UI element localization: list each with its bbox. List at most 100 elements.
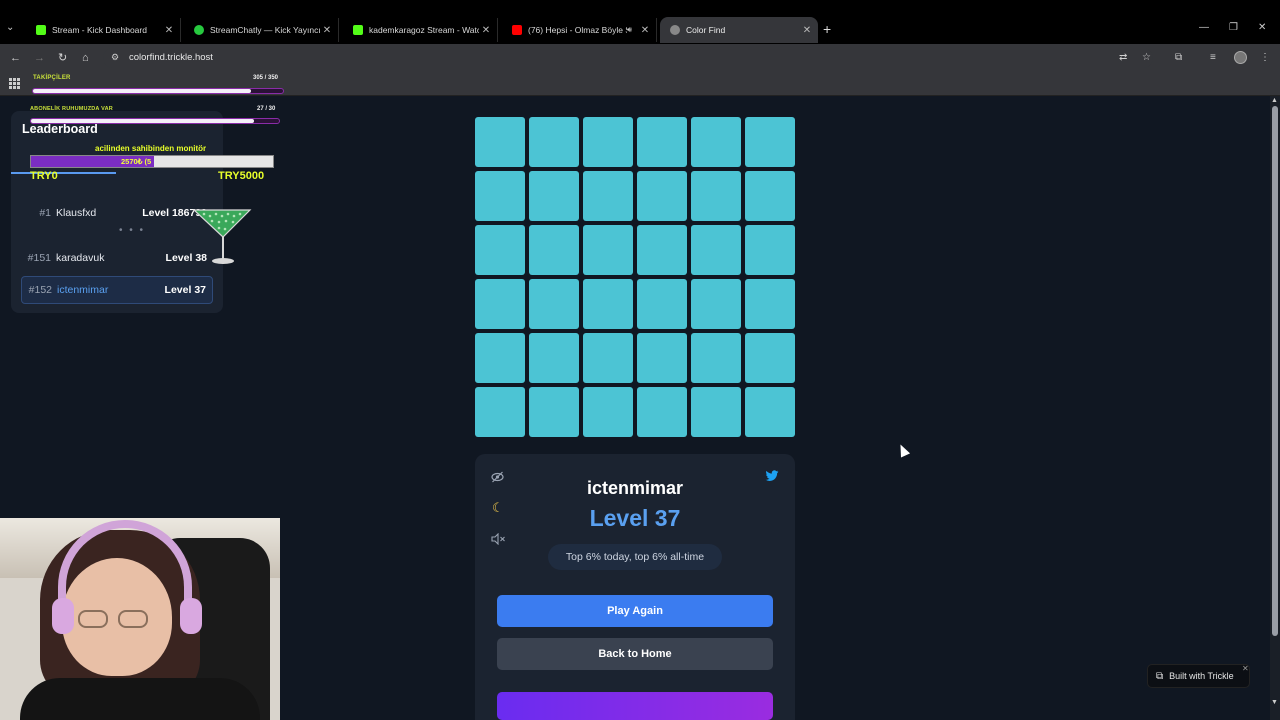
color-tile[interactable] — [745, 171, 795, 221]
color-tile[interactable] — [583, 225, 633, 275]
scroll-down-arrow-icon[interactable]: ▼ — [1271, 699, 1278, 706]
page-scrollbar[interactable]: ▲ ▼ — [1270, 96, 1280, 720]
apps-grid-icon[interactable] — [9, 78, 20, 89]
reload-icon[interactable]: ↻ — [58, 51, 67, 65]
color-tile[interactable] — [637, 117, 687, 167]
color-tile[interactable] — [691, 225, 741, 275]
browser-tab-active[interactable]: Color Find ✕ — [660, 17, 818, 43]
leaderboard-title: Leaderboard — [22, 122, 98, 136]
color-tile[interactable] — [529, 279, 579, 329]
tab-close-icon[interactable]: ✕ — [162, 25, 176, 36]
url-text[interactable]: colorfind.trickle.host — [129, 52, 213, 63]
home-icon[interactable]: ⌂ — [82, 51, 89, 65]
donation-goal-bar: 2570₺ (5 — [30, 155, 274, 168]
color-tile[interactable] — [637, 387, 687, 437]
tab-search-chevron-icon[interactable]: ⌄ — [6, 22, 20, 36]
color-tile[interactable] — [637, 225, 687, 275]
youtube-favicon-icon — [512, 25, 522, 35]
color-tile[interactable] — [691, 171, 741, 221]
site-settings-icon[interactable]: ⚙ — [111, 52, 119, 63]
color-tile[interactable] — [583, 171, 633, 221]
color-tile[interactable] — [475, 387, 525, 437]
color-tile[interactable] — [475, 117, 525, 167]
color-tile[interactable] — [529, 333, 579, 383]
browser-tab[interactable]: (76) Hepsi - Olmaz Böyle Se 🔊︎ ✕ — [502, 18, 657, 42]
speaker-icon[interactable]: 🔊︎ — [627, 25, 632, 35]
color-tile[interactable] — [745, 387, 795, 437]
built-with-trickle-badge[interactable]: ⧉ Built with Trickle — [1147, 664, 1250, 688]
followers-goal-count: 305 / 350 — [253, 75, 279, 81]
color-tile[interactable] — [529, 387, 579, 437]
address-bar[interactable]: ⚙ colorfind.trickle.host — [103, 48, 1153, 68]
profile-avatar[interactable] — [1234, 51, 1247, 64]
color-tile[interactable] — [583, 117, 633, 167]
kick-favicon-icon — [353, 25, 363, 35]
followers-goal-fill — [33, 89, 251, 93]
color-tile[interactable] — [745, 225, 795, 275]
badge-text: Built with Trickle — [1169, 671, 1234, 681]
color-tile[interactable] — [637, 279, 687, 329]
tab-close-icon[interactable]: ✕ — [479, 25, 493, 36]
trickle-logo-icon: ⧉ — [1156, 670, 1164, 682]
scroll-up-arrow-icon[interactable]: ▲ — [1271, 97, 1278, 104]
window-close-icon[interactable]: ✕ — [1258, 22, 1266, 34]
new-tab-plus-icon[interactable]: + — [823, 22, 831, 36]
streamchatly-favicon-icon — [194, 25, 204, 35]
color-tile[interactable] — [745, 333, 795, 383]
scrollbar-thumb[interactable] — [1272, 106, 1278, 636]
translate-icon[interactable]: ⇄ — [1119, 51, 1127, 65]
tab-close-icon[interactable]: ✕ — [638, 25, 652, 36]
restore-icon[interactable]: ❐ — [1229, 22, 1238, 34]
browser-tab[interactable]: StreamChatly — Kick Yayıncıları ✕ — [184, 18, 339, 42]
bookmark-star-icon[interactable]: ☆ — [1142, 51, 1151, 65]
menu-kebab-icon[interactable]: ⋮ — [1260, 51, 1270, 65]
tab-close-icon[interactable]: ✕ — [320, 25, 334, 36]
color-tile[interactable] — [529, 171, 579, 221]
row-name: Klausfxd — [56, 207, 97, 219]
color-tile[interactable] — [691, 387, 741, 437]
color-tile[interactable] — [691, 333, 741, 383]
color-tile[interactable] — [637, 171, 687, 221]
color-tile[interactable] — [529, 117, 579, 167]
color-tile[interactable] — [745, 279, 795, 329]
color-tile[interactable] — [475, 171, 525, 221]
color-tile[interactable] — [529, 225, 579, 275]
tab-close-icon[interactable]: ✕ — [800, 25, 814, 36]
color-tile[interactable] — [583, 387, 633, 437]
color-tile[interactable] — [583, 333, 633, 383]
leaderboard-ellipsis: • • • — [119, 225, 146, 236]
play-again-button[interactable]: Play Again — [497, 595, 773, 627]
back-to-home-button[interactable]: Back to Home — [497, 638, 773, 670]
forward-arrow-icon[interactable]: → — [34, 51, 45, 65]
color-tile[interactable] — [475, 333, 525, 383]
donation-goal-text: 2570₺ (5 — [121, 157, 152, 166]
color-tile[interactable] — [691, 117, 741, 167]
extensions-icon[interactable]: ⧉ — [1175, 51, 1182, 65]
color-grid — [475, 117, 795, 437]
color-tile[interactable] — [475, 225, 525, 275]
minimize-icon[interactable]: — — [1199, 22, 1209, 34]
color-tile[interactable] — [745, 117, 795, 167]
subs-goal-fill — [31, 119, 255, 123]
badge-close-icon[interactable]: ✕ — [1242, 664, 1249, 673]
subs-goal-count: 27 / 30 — [257, 106, 276, 112]
mute-icon[interactable] — [491, 532, 506, 548]
color-tile[interactable] — [583, 279, 633, 329]
media-controls-icon[interactable]: ≡ — [1210, 51, 1216, 65]
back-arrow-icon[interactable]: ← — [10, 51, 21, 65]
globe-favicon-icon — [670, 25, 680, 35]
color-tile[interactable] — [691, 279, 741, 329]
row-name: ictenmimar — [57, 284, 109, 296]
color-tile[interactable] — [475, 279, 525, 329]
color-tile[interactable] — [637, 333, 687, 383]
row-rank: #151 — [27, 252, 51, 264]
followers-goal-bar — [32, 88, 284, 94]
donation-goal-min: TRY0 — [30, 170, 58, 182]
browser-toolbar: ← → ↻ ⌂ ⚙ colorfind.trickle.host ⇄ ☆ ⧉ ≡… — [0, 44, 1280, 72]
tab-title: kademkaragoz Stream - Watch — [369, 25, 479, 35]
share-button[interactable] — [497, 692, 773, 720]
rank-percentile-pill: Top 6% today, top 6% all-time — [548, 544, 722, 570]
browser-tab[interactable]: kademkaragoz Stream - Watch ✕ — [343, 18, 498, 42]
browser-tab[interactable]: Stream - Kick Dashboard ✕ — [26, 18, 181, 42]
result-card: ☾ ictenmimar Level 37 Top 6% today, top … — [475, 454, 795, 720]
